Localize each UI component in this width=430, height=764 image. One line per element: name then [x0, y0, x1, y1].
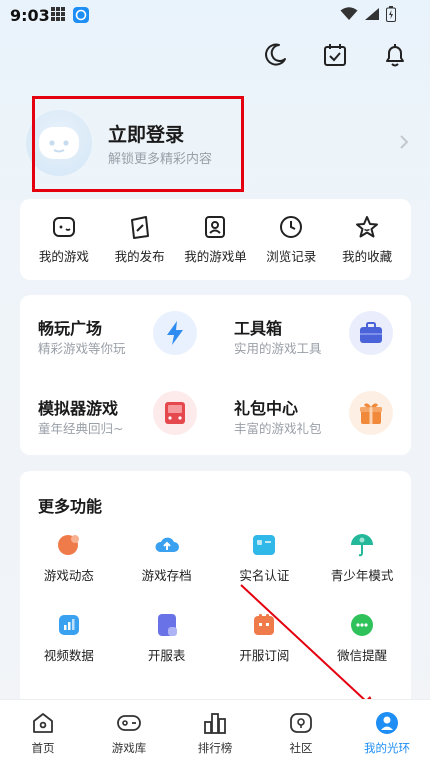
nav-label: 游戏库: [111, 741, 147, 755]
feature-title: 工具箱: [234, 319, 283, 338]
more-item-label: 实名认证: [239, 568, 290, 583]
feature-subtitle: 实用的游戏工具: [234, 341, 322, 356]
quick-links-card: 我的游戏 我的发布 我的游戏单 浏览记录 我的收藏: [20, 199, 411, 280]
publish-icon: [130, 216, 149, 239]
feature-title: 畅玩广场: [38, 319, 103, 338]
status-system-icons: [340, 6, 396, 22]
chevron-right-icon: [400, 135, 409, 149]
quick-link-my-games[interactable]: 我的游戏: [27, 214, 101, 265]
feature-title: 模拟器游戏: [38, 399, 119, 418]
calendar-check-icon[interactable]: [320, 40, 350, 70]
quick-link-label: 浏览记录: [266, 249, 317, 264]
cloud-save-icon: [153, 531, 181, 559]
quick-link-label: 我的游戏单: [184, 249, 247, 264]
home-icon: [33, 713, 53, 733]
feature-play-plaza[interactable]: 畅玩广场 精彩游戏等你玩: [20, 295, 215, 375]
more-item-label: 游戏动态: [43, 568, 94, 583]
more-item-wechat-reminder[interactable]: 微信提醒: [313, 611, 411, 677]
activity-icon: [55, 531, 83, 559]
more-features-card: 更多功能 游戏动态 游戏存档 实名认证 青少年模式 视频数据 开服表 开服订阅 …: [20, 471, 411, 731]
quick-link-label: 我的游戏: [38, 249, 89, 264]
feature-title: 礼包中心: [234, 399, 299, 418]
login-title[interactable]: 立即登录: [108, 120, 184, 147]
nav-ranking[interactable]: 排行榜: [172, 700, 258, 764]
nav-home[interactable]: 首页: [0, 700, 86, 764]
feature-gift-center[interactable]: 礼包中心 丰富的游戏礼包: [216, 375, 411, 455]
bottom-nav: 首页 游戏库 排行榜 社区 我的光环: [0, 700, 430, 764]
grid-icon: [51, 7, 65, 21]
game-list-icon: [205, 216, 226, 238]
nav-community[interactable]: 社区: [258, 700, 344, 764]
more-features-title: 更多功能: [38, 497, 103, 516]
nav-label: 我的光环: [364, 741, 410, 755]
signal-icon: [365, 8, 379, 20]
more-item-label: 开服订阅: [239, 648, 290, 663]
feature-emulator-games[interactable]: 模拟器游戏 童年经典回归~: [20, 375, 215, 455]
quick-link-label: 我的发布: [114, 249, 165, 264]
status-time: 9:03: [10, 6, 50, 25]
lightning-icon: [153, 311, 197, 355]
more-item-label: 开服表: [147, 648, 186, 663]
app-badge-icon: [73, 7, 89, 23]
umbrella-icon: [348, 531, 376, 559]
nav-my-halo[interactable]: 我的光环: [344, 700, 430, 764]
more-item-label: 视频数据: [43, 648, 94, 663]
status-bar: 9:03: [0, 0, 430, 30]
more-item-server-subscribe[interactable]: 开服订阅: [216, 611, 314, 677]
more-item-label: 游戏存档: [141, 568, 192, 583]
subscribe-icon: [250, 611, 278, 639]
nav-label: 首页: [31, 741, 55, 755]
header-actions: [260, 40, 410, 70]
quick-link-label: 我的收藏: [342, 249, 393, 264]
battery-icon: [386, 6, 396, 22]
quick-link-my-game-list[interactable]: 我的游戏单: [178, 214, 252, 265]
nav-label: 排行榜: [197, 741, 233, 755]
status-notification-icons: [50, 6, 90, 24]
more-item-server-list[interactable]: 开服表: [118, 611, 216, 677]
more-item-label: 微信提醒: [337, 648, 388, 663]
quick-link-favorites[interactable]: 我的收藏: [330, 214, 404, 265]
feature-toolbox[interactable]: 工具箱 实用的游戏工具: [216, 295, 411, 375]
clock-icon: [280, 216, 303, 238]
more-item-real-name[interactable]: 实名认证: [216, 531, 314, 597]
bell-icon[interactable]: [380, 40, 410, 70]
star-icon: [356, 216, 379, 238]
more-item-game-news[interactable]: 游戏动态: [20, 531, 118, 597]
more-item-teen-mode[interactable]: 青少年模式: [313, 531, 411, 597]
chart-icon: [55, 611, 83, 639]
ranking-icon: [204, 713, 226, 734]
id-card-icon: [250, 531, 278, 559]
more-item-game-saves[interactable]: 游戏存档: [118, 531, 216, 597]
server-list-icon: [153, 611, 181, 639]
more-item-video-data[interactable]: 视频数据: [20, 611, 118, 677]
features-card: 畅玩广场 精彩游戏等你玩 工具箱 实用的游戏工具 模拟器游戏 童年经典回归~ 礼…: [20, 295, 411, 455]
toolbox-icon: [349, 311, 393, 355]
quick-link-my-posts[interactable]: 我的发布: [103, 214, 177, 265]
controller-icon: [117, 715, 141, 731]
gift-icon: [349, 391, 393, 435]
quick-link-history[interactable]: 浏览记录: [254, 214, 328, 265]
more-features-grid: 游戏动态 游戏存档 实名认证 青少年模式 视频数据 开服表 开服订阅 微信提醒: [20, 531, 411, 677]
wechat-icon: [348, 611, 376, 639]
moon-icon[interactable]: [260, 40, 290, 70]
nav-label: 社区: [289, 741, 313, 755]
feature-subtitle: 童年经典回归~: [38, 421, 124, 436]
nav-game-library[interactable]: 游戏库: [86, 700, 172, 764]
community-icon: [290, 713, 312, 733]
gamepad-icon: [52, 217, 75, 237]
more-item-label: 青少年模式: [330, 568, 394, 583]
profile-icon: [376, 712, 398, 734]
login-card[interactable]: 立即登录 解锁更多精彩内容: [20, 100, 410, 186]
login-subtitle: 解锁更多精彩内容: [108, 152, 213, 167]
wifi-icon: [340, 7, 358, 20]
emulator-icon: [153, 391, 197, 435]
feature-subtitle: 丰富的游戏礼包: [234, 421, 322, 436]
feature-subtitle: 精彩游戏等你玩: [38, 341, 126, 356]
avatar[interactable]: [26, 110, 92, 176]
